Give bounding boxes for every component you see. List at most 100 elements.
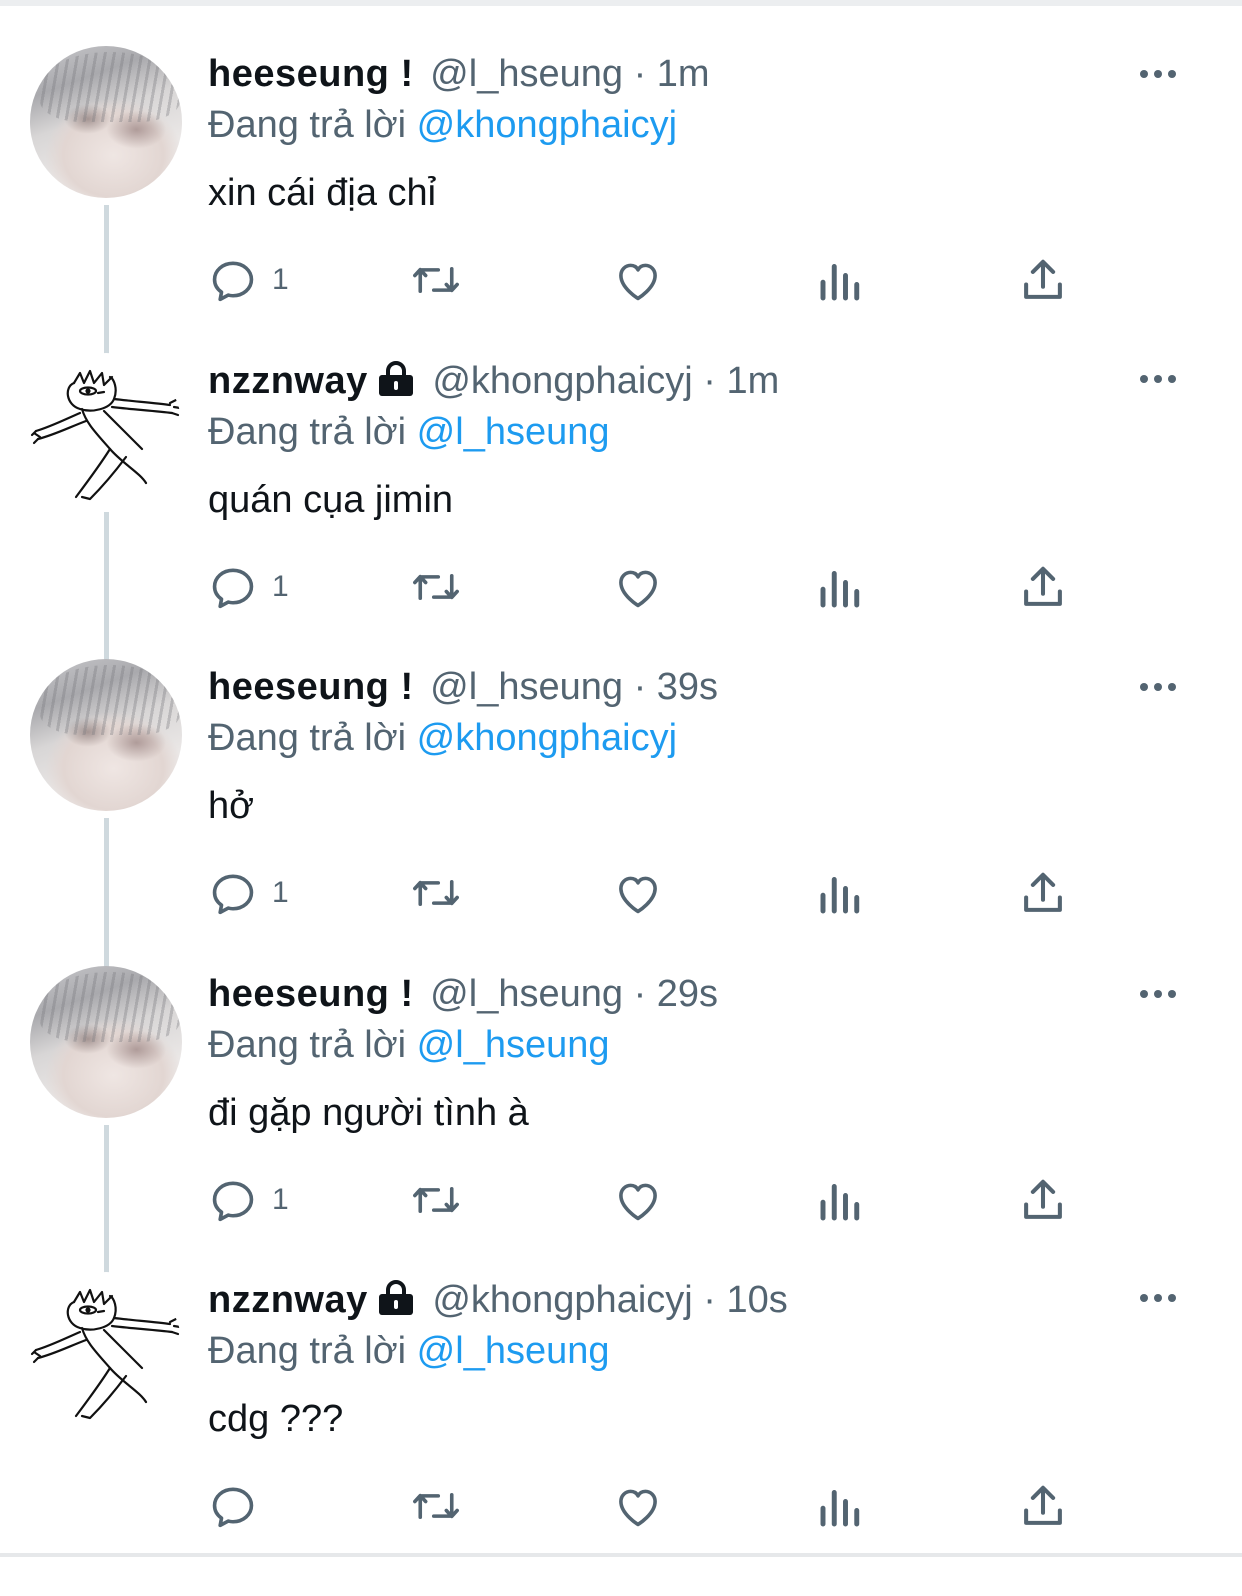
retweet-button[interactable] (408, 865, 464, 921)
timestamp[interactable]: 1m (657, 53, 710, 95)
share-icon (1024, 872, 1062, 912)
like-button[interactable] (610, 865, 666, 921)
user-handle[interactable]: @l_hseung (430, 973, 623, 1015)
reply-count: 1 (272, 263, 289, 296)
display-name[interactable]: heeseung ! (208, 973, 414, 1015)
views-button[interactable] (814, 1172, 868, 1228)
like-button[interactable] (610, 559, 666, 615)
replying-to: Đang trả lời @l_hseung (208, 407, 610, 457)
share-icon (1024, 566, 1062, 606)
views-button[interactable] (814, 252, 868, 308)
mention-link[interactable]: @l_hseung (417, 1330, 610, 1372)
reply-button[interactable]: 1 (206, 252, 289, 308)
display-name[interactable]: heeseung ! (208, 53, 414, 95)
retweet-button[interactable] (408, 1478, 464, 1534)
timestamp[interactable]: 39s (657, 666, 718, 708)
share-button[interactable] (1016, 252, 1070, 308)
avatar[interactable] (30, 353, 182, 505)
tweet-text: quán cụa jimin (208, 479, 454, 521)
tweet-text: đi gặp người tình à (208, 1092, 529, 1134)
retweet-button[interactable] (408, 1172, 464, 1228)
share-button[interactable] (1016, 1478, 1070, 1534)
like-icon (619, 1489, 657, 1527)
like-icon (619, 570, 657, 608)
user-handle[interactable]: @l_hseung (430, 666, 623, 708)
user-handle[interactable]: @khongphaicyj (432, 360, 692, 402)
reply-button[interactable]: 1 (206, 559, 289, 615)
display-name[interactable]: nzznway (208, 1279, 368, 1321)
avatar[interactable] (30, 966, 182, 1118)
tweet[interactable]: heeseung ! @l_hseung · 29s Đang trả lời … (0, 920, 1242, 1227)
tweet-actions (0, 1478, 1242, 1534)
mention-link[interactable]: @l_hseung (417, 411, 610, 453)
views-icon (820, 571, 860, 608)
tweet[interactable]: heeseung ! @l_hseung · 39s Đang trả lời … (0, 613, 1242, 920)
replying-prefix: Đang trả lời (208, 717, 407, 759)
replying-to: Đang trả lời @khongphaicyj (208, 100, 677, 150)
more-icon[interactable] (1134, 60, 1182, 88)
views-button[interactable] (814, 559, 868, 615)
avatar[interactable] (30, 46, 182, 198)
timestamp[interactable]: 29s (657, 973, 718, 1015)
views-button[interactable] (814, 865, 868, 921)
user-handle[interactable]: @l_hseung (430, 53, 623, 95)
tweet-header: nzznway @khongphaicyj · 10s (208, 1276, 788, 1324)
tweet[interactable]: heeseung ! @l_hseung · 1m Đang trả lời @… (0, 0, 1242, 307)
share-button[interactable] (1016, 865, 1070, 921)
more-icon[interactable] (1134, 673, 1182, 701)
tweet-actions: 1 (0, 252, 1242, 308)
user-handle[interactable]: @khongphaicyj (432, 1279, 692, 1321)
display-name[interactable]: nzznway (208, 360, 368, 402)
timestamp[interactable]: 1m (727, 360, 780, 402)
like-button[interactable] (610, 1172, 666, 1228)
tweet[interactable]: nzznway @khongphaicyj · 1m Đang trả lời … (0, 307, 1242, 614)
like-button[interactable] (610, 1478, 666, 1534)
like-icon (619, 1183, 657, 1221)
retweet-icon (413, 1186, 459, 1214)
separator-dot: · (633, 973, 647, 1015)
mention-link[interactable]: @khongphaicyj (417, 104, 677, 146)
replying-to: Đang trả lời @l_hseung (208, 1020, 610, 1070)
doodle-avatar-image (30, 1288, 182, 1420)
display-name[interactable]: heeseung ! (208, 666, 414, 708)
share-icon (1024, 259, 1062, 299)
tweet[interactable]: nzznway @khongphaicyj · 10s Đang trả lời… (0, 1226, 1242, 1533)
lock-icon (376, 361, 416, 409)
reply-button[interactable] (206, 1478, 272, 1534)
retweet-icon (413, 266, 459, 294)
tweet-actions: 1 (0, 559, 1242, 615)
avatar[interactable] (30, 659, 182, 811)
views-button[interactable] (814, 1478, 868, 1534)
tweet-text: cdg ??? (208, 1398, 344, 1440)
separator-dot: · (633, 666, 647, 708)
avatar[interactable] (30, 1272, 182, 1424)
reply-count: 1 (272, 570, 289, 603)
replying-to: Đang trả lời @khongphaicyj (208, 713, 677, 763)
retweet-icon (413, 879, 459, 907)
doodle-avatar-image (30, 369, 182, 501)
tweet-header: heeseung ! @l_hseung · 29s (208, 970, 718, 1018)
mention-link[interactable]: @khongphaicyj (417, 717, 677, 759)
separator-dot: · (703, 1279, 716, 1321)
reply-icon (212, 261, 254, 302)
reply-button[interactable]: 1 (206, 865, 289, 921)
like-button[interactable] (610, 252, 666, 308)
like-icon (619, 263, 657, 301)
share-button[interactable] (1016, 1172, 1070, 1228)
replying-prefix: Đang trả lời (208, 1024, 407, 1066)
reply-icon (212, 1487, 254, 1528)
replying-prefix: Đang trả lời (208, 104, 407, 146)
share-button[interactable] (1016, 559, 1070, 615)
like-icon (619, 876, 657, 914)
reply-button[interactable]: 1 (206, 1172, 289, 1228)
tweet-text: hở (208, 785, 255, 827)
replying-prefix: Đang trả lời (208, 1330, 407, 1372)
retweet-button[interactable] (408, 252, 464, 308)
timestamp[interactable]: 10s (727, 1279, 788, 1321)
more-icon[interactable] (1134, 980, 1182, 1008)
views-icon (820, 877, 860, 914)
mention-link[interactable]: @l_hseung (417, 1024, 610, 1066)
more-icon[interactable] (1134, 1284, 1182, 1312)
more-icon[interactable] (1134, 365, 1182, 393)
retweet-button[interactable] (408, 559, 464, 615)
